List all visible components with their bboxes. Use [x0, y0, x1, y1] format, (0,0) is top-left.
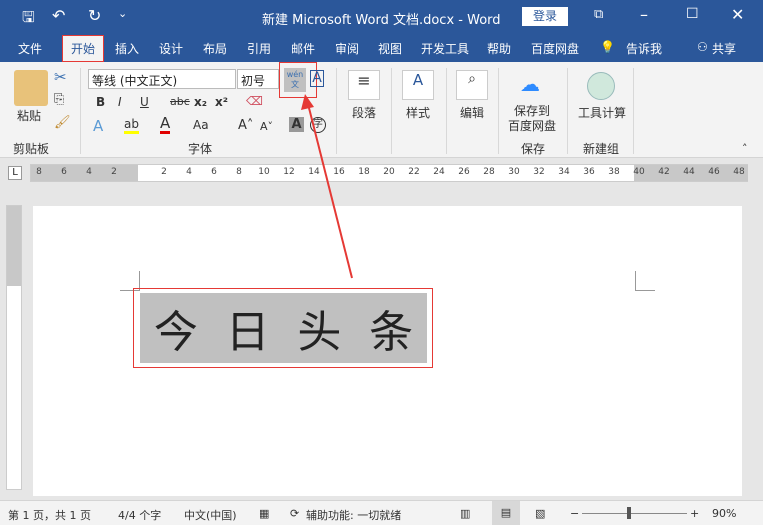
zoom-slider[interactable]	[582, 513, 687, 514]
zoom-level[interactable]: 90%	[712, 507, 736, 520]
read-mode-icon[interactable]: ▥	[460, 507, 470, 520]
annotation-arrow	[301, 94, 353, 279]
macro-icon[interactable]: ▦	[259, 507, 269, 520]
print-layout-icon[interactable]: ▤	[492, 501, 520, 525]
page-count[interactable]: 第 1 页，共 1 页	[8, 507, 91, 523]
zoom-out-button[interactable]: −	[570, 507, 579, 520]
zoom-in-button[interactable]: +	[690, 507, 699, 520]
web-layout-icon[interactable]: ▧	[535, 507, 545, 520]
accessibility-icon: ⟳	[290, 507, 300, 520]
zoom-slider-thumb[interactable]	[626, 507, 631, 519]
status-bar: 第 1 页，共 1 页 4/4 个字 中文(中国) ▦ ⟳ 辅助功能: 一切就绪…	[0, 500, 763, 525]
language[interactable]: 中文(中国)	[184, 507, 237, 523]
accessibility-status[interactable]: 辅助功能: 一切就绪	[306, 507, 401, 523]
word-count[interactable]: 4/4 个字	[118, 507, 161, 523]
